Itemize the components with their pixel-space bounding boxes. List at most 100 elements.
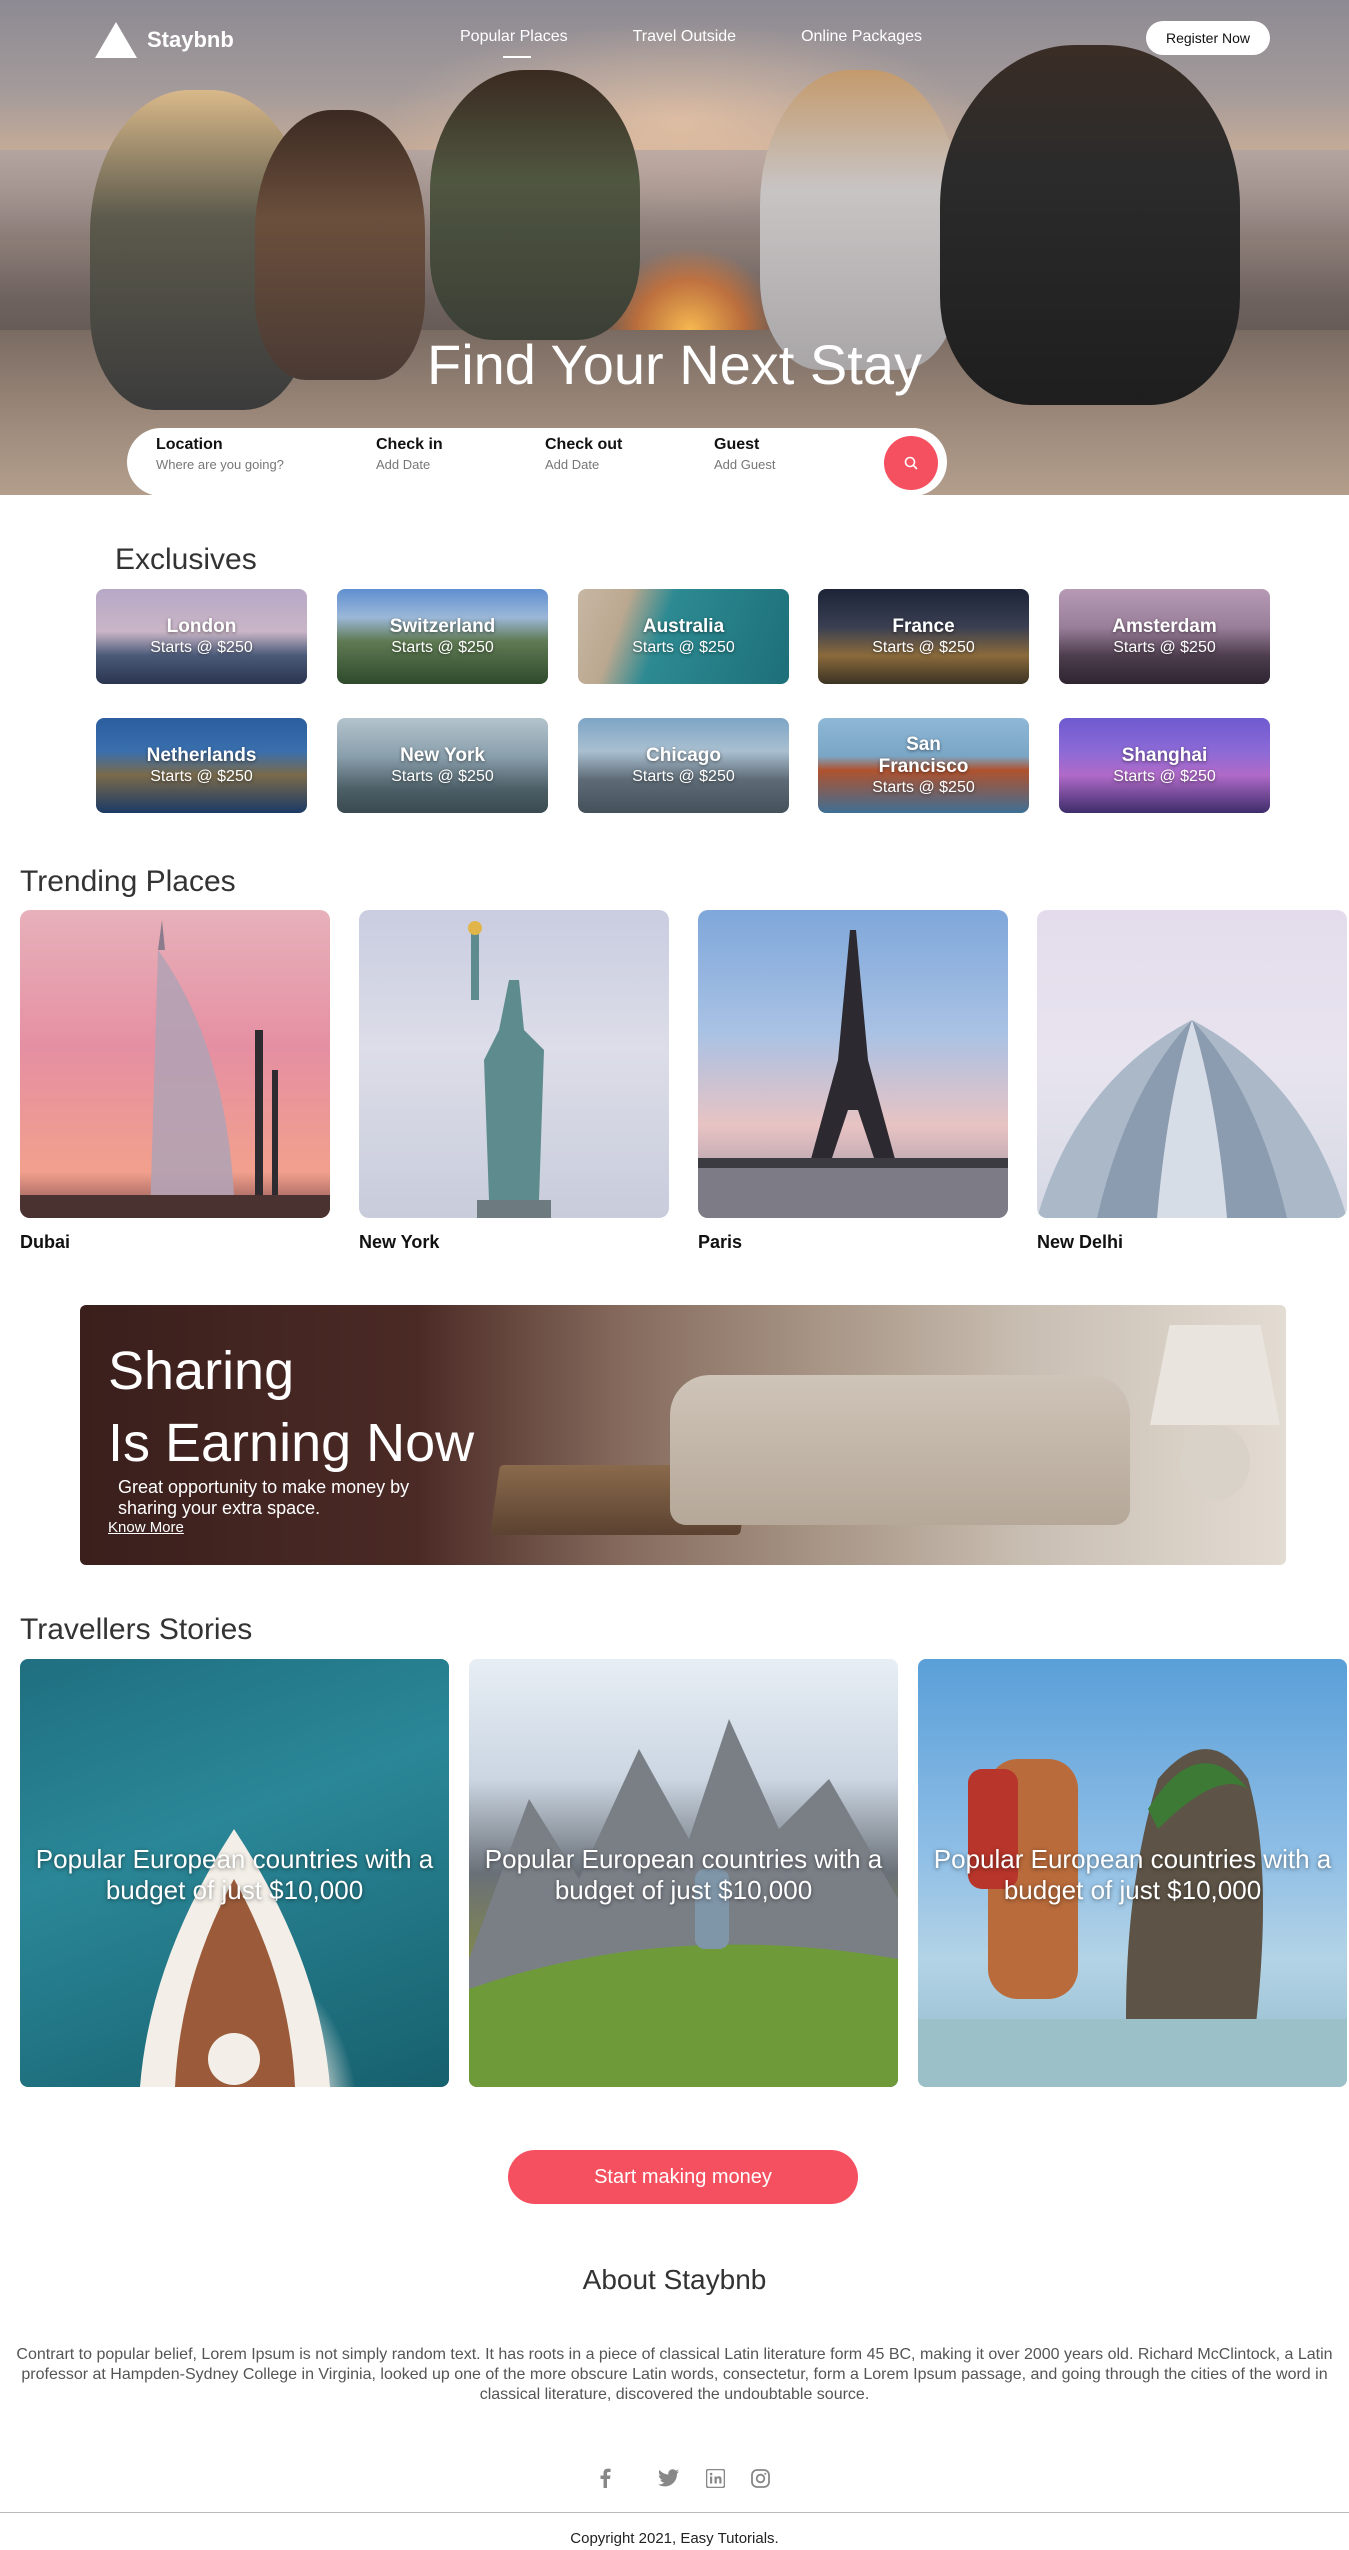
footer-divider (0, 2512, 1349, 2513)
trending-image (20, 910, 330, 1218)
exclusive-card-amsterdam[interactable]: Amsterdam Starts @ $250 (1059, 589, 1270, 684)
nav-menu: Popular Places Travel Outside Online Pac… (460, 28, 922, 58)
story-text: Popular European countries with a budget… (35, 1844, 434, 1905)
guest-field[interactable]: Guest Add Guest (714, 436, 775, 472)
sharing-title-line1: Sharing (108, 1341, 295, 1401)
card-name: Switzerland (389, 615, 496, 637)
card-name: Netherlands (146, 744, 257, 766)
lotus-temple-illustration (1037, 1020, 1347, 1218)
trending-name: Dubai (20, 1232, 71, 1252)
stories-title: Travellers Stories (20, 1613, 253, 1646)
card-price: Starts @ $250 (150, 767, 253, 785)
story-text: Popular European countries with a budget… (484, 1844, 883, 1905)
about-text: Contrart to popular belief, Lorem Ipsum … (16, 2346, 1333, 2403)
statue-of-liberty-illustration (468, 921, 551, 1218)
hero-person (430, 70, 640, 340)
logo-triangle-icon (95, 22, 137, 58)
brand-name: Staybnb (147, 27, 234, 52)
check-in-field[interactable]: Check in Add Date (376, 436, 443, 472)
card-name: Shanghai (1121, 744, 1208, 766)
trending-name: Paris (698, 1232, 743, 1252)
linkedin-icon[interactable] (704, 2467, 726, 2489)
trending-title: Trending Places (20, 865, 236, 898)
exclusive-card-switzerland[interactable]: Switzerland Starts @ $250 (337, 589, 548, 684)
top-nav: Staybnb Popular Places Travel Outside On… (0, 0, 1349, 78)
sharing-text: Great opportunity to make money by shari… (118, 1477, 410, 1518)
start-making-money-button[interactable]: Start making money (508, 2150, 858, 2204)
field-label: Guest (714, 436, 760, 453)
hero-section: Staybnb Popular Places Travel Outside On… (0, 0, 1349, 495)
trending-image (698, 910, 1008, 1218)
trending-name: New Delhi (1037, 1232, 1124, 1252)
exclusive-card-shanghai[interactable]: Shanghai Starts @ $250 (1059, 718, 1270, 813)
story-card-1[interactable]: Popular European countries with a budget… (20, 1659, 449, 2087)
copyright-text: Copyright 2021, Easy Tutorials. (570, 2530, 779, 2547)
search-bar: Location Where are you going? Check in A… (127, 428, 947, 495)
card-price: Starts @ $250 (391, 638, 494, 656)
story-text: Popular European countries with a budget… (933, 1844, 1332, 1905)
banner-lamp-base (1180, 1425, 1250, 1500)
trending-image (359, 910, 669, 1218)
twitter-icon[interactable] (658, 2467, 680, 2489)
exclusive-card-australia[interactable]: Australia Starts @ $250 (578, 589, 789, 684)
sharing-title: Sharing Is Earning Now (108, 1335, 474, 1479)
trending-card-new-delhi[interactable]: New Delhi (1037, 910, 1347, 1253)
instagram-icon[interactable] (749, 2467, 771, 2489)
card-name: New York (400, 744, 485, 766)
exclusive-card-new-york[interactable]: New York Starts @ $250 (337, 718, 548, 813)
story-card-2[interactable]: Popular European countries with a budget… (469, 1659, 898, 2087)
card-name: London (166, 615, 237, 637)
nav-link-travel-outside[interactable]: Travel Outside (633, 28, 736, 46)
field-placeholder: Add Guest (714, 457, 776, 472)
exclusives-title: Exclusives (115, 543, 257, 576)
card-name: Australia (642, 615, 725, 637)
banner-lamp (1150, 1325, 1280, 1425)
location-field[interactable]: Location Where are you going? (156, 436, 284, 472)
eiffel-tower-illustration (698, 930, 1008, 1218)
hero-title: Find Your Next Stay (427, 333, 922, 396)
field-placeholder: Add Date (545, 457, 600, 472)
nav-link-online-packages[interactable]: Online Packages (801, 28, 922, 46)
card-name: France (892, 615, 955, 637)
exclusive-card-san-francisco[interactable]: San Francisco Starts @ $250 (818, 718, 1029, 813)
card-price: Starts @ $250 (872, 778, 975, 796)
exclusive-card-france[interactable]: France Starts @ $250 (818, 589, 1029, 684)
register-button[interactable]: Register Now (1146, 21, 1270, 55)
nav-link-popular-places[interactable]: Popular Places (460, 28, 568, 58)
search-button[interactable] (884, 436, 938, 490)
check-out-field[interactable]: Check out Add Date (545, 436, 622, 472)
sharing-banner: Sharing Is Earning Now Great opportunity… (80, 1305, 1286, 1565)
card-name: Amsterdam (1112, 615, 1217, 637)
card-name: Chicago (646, 744, 721, 766)
card-price: Starts @ $250 (1113, 767, 1216, 785)
know-more-link[interactable]: Know More (108, 1519, 184, 1536)
trending-card-dubai[interactable]: Dubai (20, 910, 330, 1253)
field-label: Location (156, 436, 223, 453)
exclusive-card-london[interactable]: London Starts @ $250 (96, 589, 307, 684)
card-price: Starts @ $250 (632, 767, 735, 785)
dubai-tower-illustration (20, 920, 330, 1218)
field-placeholder: Add Date (376, 457, 431, 472)
card-name: San Francisco (878, 733, 969, 777)
field-placeholder: Where are you going? (156, 457, 284, 472)
brand-logo[interactable]: Staybnb (95, 22, 234, 58)
about-title: About Staybnb (582, 2264, 767, 2295)
trending-card-paris[interactable]: Paris (698, 910, 1008, 1253)
trending-card-new-york[interactable]: New York (359, 910, 669, 1253)
exclusive-card-netherlands[interactable]: Netherlands Starts @ $250 (96, 718, 307, 813)
search-icon (904, 456, 918, 470)
facebook-icon[interactable] (594, 2467, 616, 2489)
sharing-title-line2: Is Earning Now (108, 1413, 475, 1473)
card-price: Starts @ $250 (872, 638, 975, 656)
trending-image (1037, 910, 1347, 1218)
card-price: Starts @ $250 (1113, 638, 1216, 656)
field-label: Check in (376, 436, 443, 453)
field-label: Check out (545, 436, 623, 453)
banner-sofa (670, 1375, 1130, 1525)
card-price: Starts @ $250 (150, 638, 253, 656)
exclusive-card-chicago[interactable]: Chicago Starts @ $250 (578, 718, 789, 813)
story-card-3[interactable]: Popular European countries with a budget… (918, 1659, 1347, 2087)
card-price: Starts @ $250 (632, 638, 735, 656)
card-price: Starts @ $250 (391, 767, 494, 785)
trending-name: New York (359, 1232, 440, 1252)
